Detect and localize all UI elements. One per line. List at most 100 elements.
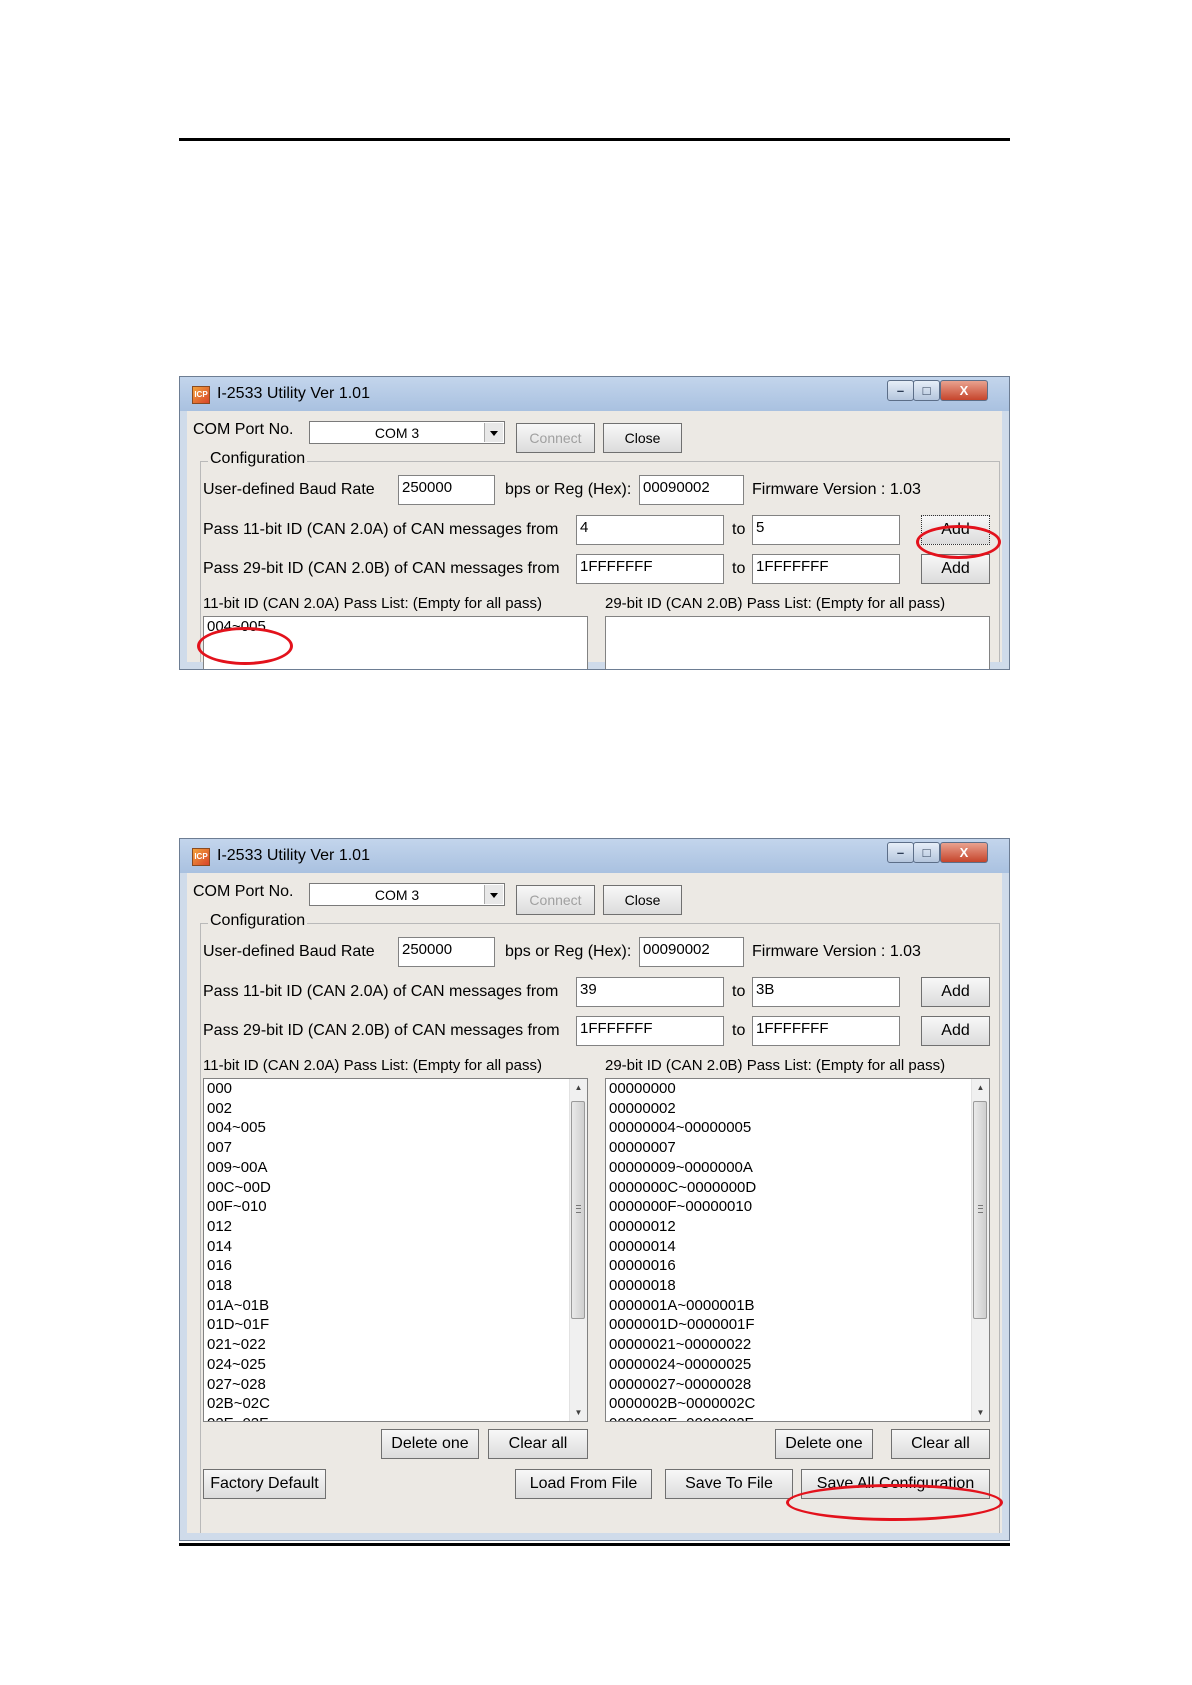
load-from-file-button[interactable]: Load From File	[515, 1469, 652, 1499]
connect-button[interactable]: Connect	[516, 885, 595, 915]
list-item[interactable]: 018	[204, 1276, 587, 1296]
factory-default-button[interactable]: Factory Default	[203, 1469, 326, 1499]
save-to-file-button[interactable]: Save To File	[665, 1469, 793, 1499]
list-item[interactable]: 007	[204, 1138, 587, 1158]
delete-one-29bit-button[interactable]: Delete one	[775, 1429, 873, 1459]
list-item[interactable]: 016	[204, 1256, 587, 1276]
list-item[interactable]: 0000001D~0000001F	[606, 1315, 989, 1335]
delete-one-11bit-button[interactable]: Delete one	[381, 1429, 479, 1459]
scroll-up-icon[interactable]: ▲	[972, 1079, 989, 1096]
list-items: 000 002 004~005 007 009~00A 00C~00D 00F~010 012…	[204, 1079, 587, 1421]
close-window-button[interactable]: X	[940, 842, 988, 863]
com-port-label: COM Port No.	[193, 883, 294, 900]
pass-11bit-from-input[interactable]: 39	[576, 977, 724, 1007]
scrollbar[interactable]: ▲ ▼	[971, 1079, 989, 1421]
maximize-button[interactable]: □	[913, 842, 940, 863]
pass-29bit-to-input[interactable]: 1FFFFFFF	[752, 1016, 900, 1046]
list-item[interactable]: 00C~00D	[204, 1178, 587, 1198]
scroll-down-icon[interactable]: ▼	[570, 1404, 587, 1421]
pass-list-29bit[interactable]	[605, 616, 990, 669]
minimize-button[interactable]: –	[887, 842, 914, 863]
list-item[interactable]: 012	[204, 1217, 587, 1237]
chevron-down-icon[interactable]	[484, 423, 503, 442]
list-item[interactable]: 00000000	[606, 1079, 989, 1099]
list-item[interactable]: 014	[204, 1237, 587, 1257]
list-item[interactable]: 002	[204, 1099, 587, 1119]
minimize-button[interactable]: –	[887, 380, 914, 401]
list-item[interactable]: 00000004~00000005	[606, 1118, 989, 1138]
maximize-icon: □	[922, 383, 931, 398]
list-item[interactable]: 0000000F~00000010	[606, 1197, 989, 1217]
title-bar[interactable]: ICP I-2533 Utility Ver 1.01 – □ X	[180, 839, 1009, 873]
close-button[interactable]: Close	[603, 423, 682, 453]
list-item[interactable]: 009~00A	[204, 1158, 587, 1178]
clear-all-29bit-button[interactable]: Clear all	[891, 1429, 990, 1459]
maximize-button[interactable]: □	[913, 380, 940, 401]
list-item[interactable]: 0000002B~0000002C	[606, 1394, 989, 1414]
scroll-down-icon[interactable]: ▼	[972, 1404, 989, 1421]
chevron-down-icon[interactable]	[484, 885, 503, 904]
list-item[interactable]: 000	[204, 1079, 587, 1099]
to-label: to	[732, 560, 746, 577]
pass-29bit-to-input[interactable]: 1FFFFFFF	[752, 554, 900, 584]
close-icon: X	[959, 845, 969, 860]
list-item[interactable]: 01D~01F	[204, 1315, 587, 1335]
pass-11bit-to-input[interactable]: 5	[752, 515, 900, 545]
list-item[interactable]: 02B~02C	[204, 1394, 587, 1414]
add-11bit-button[interactable]: Add	[921, 977, 990, 1007]
dialog-client: COM Port No. COM 3 Connect Close Configu…	[187, 411, 1002, 669]
pass-list-11bit[interactable]: 000 002 004~005 007 009~00A 00C~00D 00F~010 012…	[203, 1078, 588, 1422]
baud-rate-label: User-defined Baud Rate	[203, 943, 375, 960]
scroll-thumb[interactable]	[571, 1101, 585, 1319]
header-rule	[179, 138, 1010, 141]
close-window-button[interactable]: X	[940, 380, 988, 401]
list-item[interactable]: 01A~01B	[204, 1296, 587, 1316]
list-item[interactable]: 024~025	[204, 1355, 587, 1375]
list-item[interactable]: 00000009~0000000A	[606, 1158, 989, 1178]
minimize-icon: –	[896, 845, 905, 860]
baud-rate-input[interactable]: 250000	[398, 937, 495, 967]
list-item[interactable]: 00000016	[606, 1256, 989, 1276]
clear-all-11bit-button[interactable]: Clear all	[488, 1429, 588, 1459]
app-icon: ICP	[192, 848, 210, 866]
list-item[interactable]: 00000007	[606, 1138, 989, 1158]
list-item[interactable]: 00000021~00000022	[606, 1335, 989, 1355]
list-item[interactable]: 0000000C~0000000D	[606, 1178, 989, 1198]
list-29bit-label: 29-bit ID (CAN 2.0B) Pass List: (Empty f…	[605, 1057, 946, 1074]
list-item[interactable]: 00000018	[606, 1276, 989, 1296]
pass-11bit-to-input[interactable]: 3B	[752, 977, 900, 1007]
list-item[interactable]: 021~022	[204, 1335, 587, 1355]
maximize-icon: □	[922, 845, 931, 860]
pass-29bit-from-input[interactable]: 1FFFFFFF	[576, 1016, 724, 1046]
pass-29bit-from-input[interactable]: 1FFFFFFF	[576, 554, 724, 584]
app-icon: ICP	[192, 386, 210, 404]
reg-hex-input[interactable]: 00090002	[639, 475, 744, 505]
firmware-version: Firmware Version : 1.03	[752, 943, 921, 960]
list-item[interactable]: 02E~02F	[204, 1414, 587, 1421]
reg-hex-input[interactable]: 00090002	[639, 937, 744, 967]
connect-button[interactable]: Connect	[516, 423, 595, 453]
com-port-select[interactable]: COM 3	[309, 883, 505, 906]
list-item[interactable]: 0000001A~0000001B	[606, 1296, 989, 1316]
list-item[interactable]: 00000024~00000025	[606, 1355, 989, 1375]
list-items: 00000000 00000002 00000004~00000005 0000000…	[606, 1079, 989, 1421]
scroll-up-icon[interactable]: ▲	[570, 1079, 587, 1096]
com-port-select[interactable]: COM 3	[309, 421, 505, 444]
list-item[interactable]: 00000027~00000028	[606, 1375, 989, 1395]
scrollbar[interactable]: ▲ ▼	[569, 1079, 587, 1421]
list-item[interactable]: 00000014	[606, 1237, 989, 1257]
add-29bit-button[interactable]: Add	[921, 1016, 990, 1046]
list-item[interactable]: 0000002E~0000002F	[606, 1414, 989, 1421]
baud-rate-input[interactable]: 250000	[398, 475, 495, 505]
list-item[interactable]: 027~028	[204, 1375, 587, 1395]
title-bar[interactable]: ICP I-2533 Utility Ver 1.01 – □ X	[180, 377, 1009, 411]
pass-list-29bit[interactable]: 00000000 00000002 00000004~00000005 0000000…	[605, 1078, 990, 1422]
list-item[interactable]: 004~005	[204, 1118, 587, 1138]
close-button[interactable]: Close	[603, 885, 682, 915]
list-item[interactable]: 00000002	[606, 1099, 989, 1119]
list-item[interactable]: 00000012	[606, 1217, 989, 1237]
list-item[interactable]: 00F~010	[204, 1197, 587, 1217]
pass-11bit-from-input[interactable]: 4	[576, 515, 724, 545]
scroll-thumb[interactable]	[973, 1101, 987, 1319]
highlight-save-all-button	[786, 1484, 1003, 1521]
